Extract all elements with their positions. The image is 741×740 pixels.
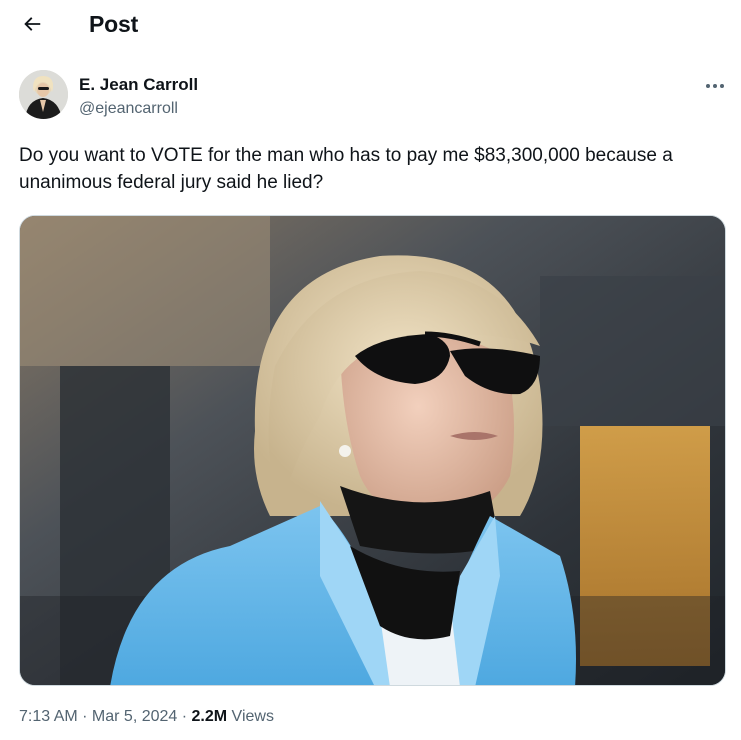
views-label: Views xyxy=(227,708,274,725)
arrow-left-icon xyxy=(21,13,43,40)
post-author: E. Jean Carroll @ejeancarroll xyxy=(19,70,719,124)
post-date[interactable]: Mar 5, 2024 xyxy=(92,708,177,725)
post-time[interactable]: 7:13 AM xyxy=(19,708,78,725)
post-meta: 7:13 AM · Mar 5, 2024 · 2.2M Views xyxy=(19,708,274,726)
post-text: Do you want to VOTE for the man who has … xyxy=(19,145,673,193)
meta-separator: · xyxy=(177,708,192,725)
back-button[interactable] xyxy=(14,8,50,44)
views-count: 2.2M xyxy=(191,708,228,725)
more-options-button[interactable] xyxy=(698,72,732,98)
avatar[interactable] xyxy=(19,70,68,119)
more-horizontal-icon xyxy=(705,76,725,94)
meta-separator: · xyxy=(77,708,92,725)
author-name[interactable]: E. Jean Carroll xyxy=(79,75,198,95)
post-photo[interactable] xyxy=(19,215,726,686)
page-title: Post xyxy=(89,11,139,37)
author-handle[interactable]: @ejeancarroll xyxy=(79,100,178,118)
top-bar: Post xyxy=(0,0,741,52)
